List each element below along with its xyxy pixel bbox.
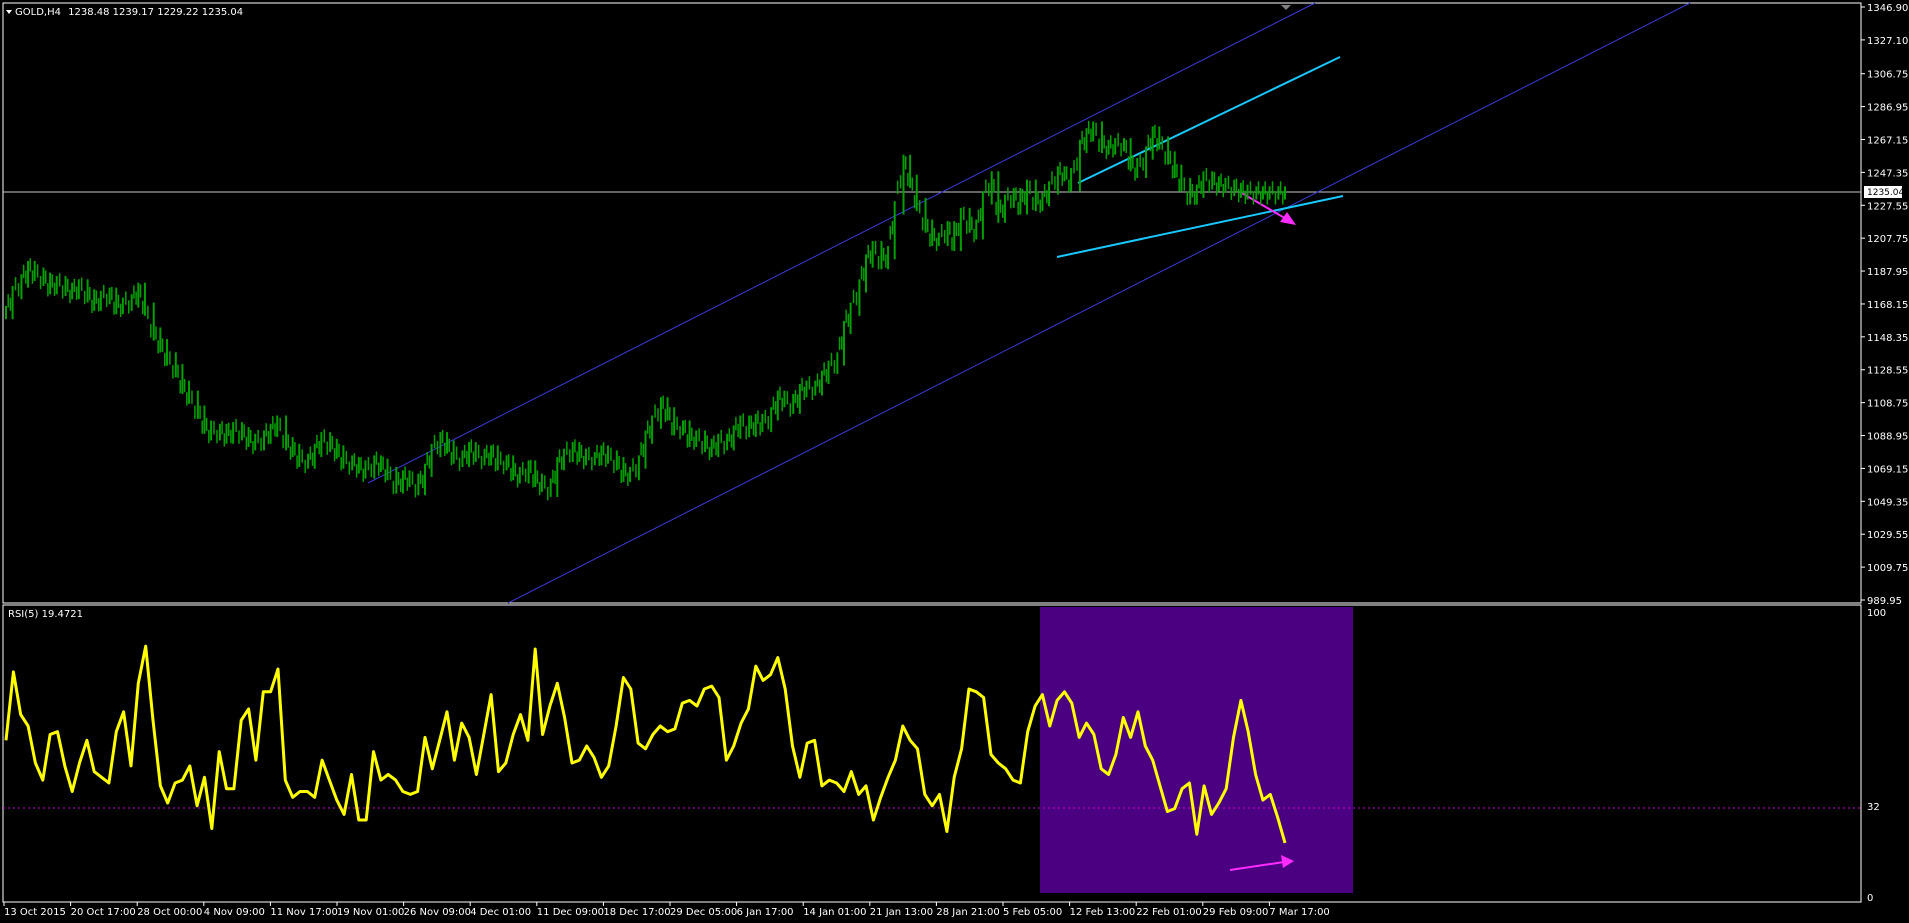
time-tick-label: 20 Oct 17:00 — [71, 907, 136, 918]
time-tick-label: 28 Oct 00:00 — [137, 907, 202, 918]
price-tick-label: 1069.15 — [1867, 464, 1908, 475]
time-tick-label: 11 Dec 09:00 — [537, 907, 604, 918]
price-tick-label: 1327.10 — [1867, 36, 1908, 47]
price-tick-label: 1187.95 — [1867, 267, 1908, 278]
price-tick-label: 1029.55 — [1867, 530, 1908, 541]
time-tick-label: 13 Oct 2015 — [4, 907, 66, 918]
price-tick-label: 1088.95 — [1867, 432, 1908, 443]
time-tick-label: 4 Dec 01:00 — [470, 907, 531, 918]
rsi-level-label: 32 — [1867, 802, 1880, 813]
price-tick-label: 1286.95 — [1867, 103, 1908, 114]
time-tick-label: 14 Jan 01:00 — [803, 907, 866, 918]
time-tick-label: 5 Feb 05:00 — [1003, 907, 1062, 918]
time-tick-label: 18 Dec 17:00 — [603, 907, 670, 918]
price-tick-label: 989.95 — [1867, 596, 1902, 607]
svg-text:GOLD,H4 1238.48 1239.17 12: GOLD,H4 1238.48 1239.17 1229.22 1235.04 — [15, 7, 243, 18]
time-tick-label: 7 Mar 17:00 — [1269, 907, 1329, 918]
time-tick-label: 21 Jan 13:00 — [870, 907, 933, 918]
price-tick-label: 1207.75 — [1867, 234, 1908, 245]
symbol-title: GOLD,H4 — [15, 7, 61, 18]
price-tick-label: 1346.90 — [1867, 3, 1908, 14]
price-tick-label: 1168.15 — [1867, 300, 1908, 311]
time-tick-label: 6 Jan 17:00 — [737, 907, 794, 918]
price-tick-label: 1009.75 — [1867, 563, 1908, 574]
price-tick-label: 1148.35 — [1867, 333, 1908, 344]
price-tick-label: 1227.55 — [1867, 201, 1908, 212]
time-tick-label: 4 Nov 09:00 — [204, 907, 265, 918]
price-tick-label: 1306.75 — [1867, 70, 1908, 81]
price-tick-label: 1108.75 — [1867, 399, 1908, 410]
rsi-level-label: 100 — [1867, 608, 1886, 619]
time-tick-label: 22 Feb 01:00 — [1136, 907, 1202, 918]
price-tick-label: 1128.55 — [1867, 366, 1908, 377]
rsi-level-label: 0 — [1867, 893, 1873, 904]
chart-canvas: 1346.90 1327.10 1306.75 1286.95 1267.15 1247.… — [0, 0, 1909, 923]
ohlc-values: 1238.48 1239.17 1229.22 1235.04 — [68, 7, 243, 18]
time-tick-label: 29 Feb 09:00 — [1203, 907, 1269, 918]
time-tick-label: 11 Nov 17:00 — [270, 907, 337, 918]
price-tick-label: 1049.35 — [1867, 497, 1908, 508]
time-tick-label: 29 Dec 05:00 — [670, 907, 737, 918]
price-tick-label: 1267.15 — [1867, 135, 1908, 146]
rsi-highlight-box — [1040, 607, 1353, 893]
time-tick-label: 19 Nov 01:00 — [337, 907, 404, 918]
time-tick-label: 26 Nov 09:00 — [404, 907, 471, 918]
rsi-title: RSI(5) 19.4721 — [8, 609, 83, 620]
time-tick-label: 28 Jan 21:00 — [936, 907, 999, 918]
current-price-label: 1235.04 — [1867, 188, 1904, 198]
price-tick-label: 1247.35 — [1867, 168, 1908, 179]
time-tick-label: 12 Feb 13:00 — [1070, 907, 1136, 918]
